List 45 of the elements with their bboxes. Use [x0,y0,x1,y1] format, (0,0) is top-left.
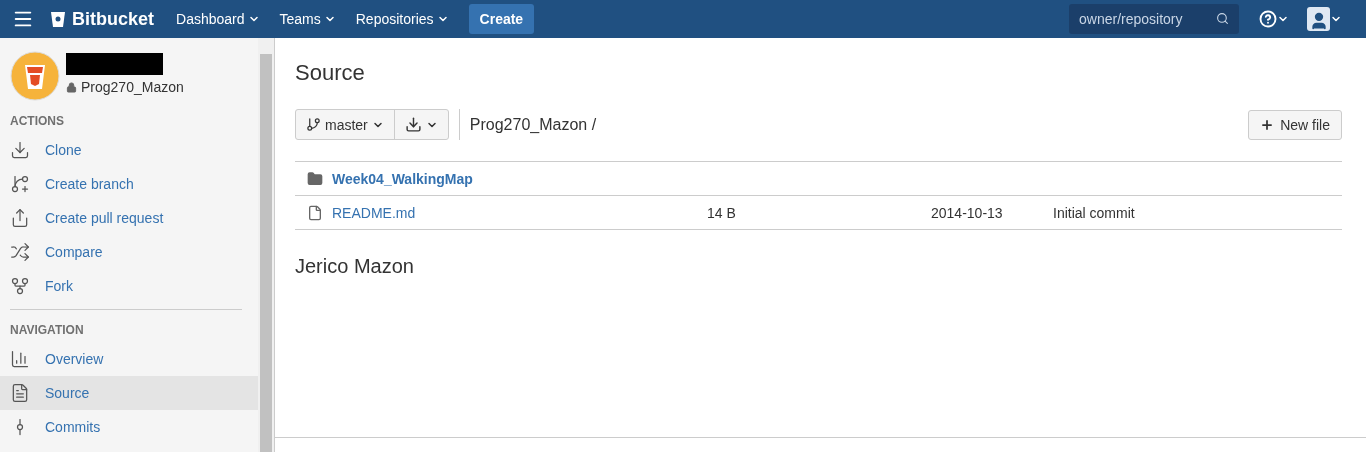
sidebar-item[interactable]: Overview [0,342,258,376]
bucket-icon [50,10,66,28]
section-heading: NAVIGATION [9,322,85,339]
help-menu[interactable] [1259,10,1289,28]
clone-icon [10,140,30,160]
branch-icon [10,174,30,194]
page-title: Source [295,60,366,86]
source-icon [10,383,30,403]
folder-link[interactable]: Week04_WalkingMap [307,170,707,187]
sidebar-item[interactable]: Source [0,376,258,410]
download-icon [404,116,422,133]
sidebar-item[interactable]: Compare [0,235,258,269]
fork-icon [10,276,30,296]
sidebar-item[interactable]: Fork [0,269,258,303]
branch-icon [306,117,321,132]
sidebar-item[interactable]: Create branch [0,167,258,201]
pull-icon [10,208,30,228]
search-field[interactable]: owner/repository [1069,4,1239,34]
help-icon [1259,10,1277,28]
overview-icon [10,349,30,369]
search-icon [1216,12,1229,25]
sidebar-item[interactable]: Clone [0,133,258,167]
readme-heading: Jerico Mazon [295,255,415,278]
repo-name[interactable]: Prog270_Mazon [66,79,184,95]
file-link[interactable]: README.md [307,204,707,221]
nav-menu[interactable]: Teams [279,11,336,27]
sidebar-item[interactable]: Create pull request [0,201,258,235]
size-cell-text: 14 B [707,204,737,221]
repo-avatar [10,51,60,101]
sidebar-item[interactable]: Commits [0,410,258,444]
date-cell-text: 2014-10-13 [931,204,1004,221]
file-icon [307,204,323,221]
section-heading: ACTIONS [9,113,65,130]
create-button[interactable]: Create [468,4,535,34]
logo-text[interactable]: Bitbucket [72,8,154,30]
nav-menu[interactable]: Dashboard [176,11,260,27]
user-menu[interactable] [1307,7,1342,31]
scrollbar-thumb[interactable] [260,54,272,452]
new-file-button[interactable]: New file [1248,109,1342,140]
breadcrumb[interactable]: Prog270_Mazon / [469,115,597,134]
folder-icon [307,170,323,187]
nav-menu[interactable]: Repositories [355,11,449,27]
message-cell-text: Initial commit [1053,204,1136,221]
plus-icon [1260,117,1275,132]
compare-icon [10,242,30,262]
